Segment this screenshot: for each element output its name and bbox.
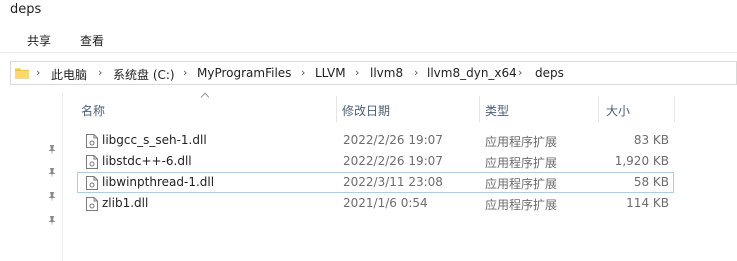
window-title: deps — [10, 2, 42, 17]
address-bar[interactable]: › 此电脑 › 系统盘 (C:) › MyProgramFiles › LLVM… — [10, 61, 737, 85]
file-row[interactable]: libstdc++-6.dll 2022/2/26 19:07 应用程序扩展 1… — [77, 151, 674, 172]
dll-file-icon — [86, 197, 98, 211]
breadcrumb-separator[interactable]: › — [301, 66, 305, 79]
dll-file-icon — [86, 155, 98, 169]
file-type: 应用程序扩展 — [485, 135, 558, 149]
file-name: libstdc++-6.dll — [102, 154, 192, 168]
column-header-type[interactable]: 类型 — [485, 102, 509, 119]
file-name: libwinpthread-1.dll — [102, 175, 215, 189]
file-size: 114 KB — [626, 196, 669, 210]
breadcrumb-separator[interactable]: › — [518, 66, 522, 79]
breadcrumb-system-drive[interactable]: 系统盘 (C:) — [113, 66, 175, 83]
breadcrumb-llvm8-dyn-x64[interactable]: llvm8_dyn_x64 — [427, 66, 517, 80]
breadcrumb-deps[interactable]: deps — [535, 66, 564, 80]
file-name: libgcc_s_seh-1.dll — [102, 133, 207, 147]
column-divider[interactable] — [336, 96, 337, 122]
column-header-date[interactable]: 修改日期 — [342, 102, 390, 119]
breadcrumb-llvm[interactable]: LLVM — [315, 66, 346, 80]
pin-icon[interactable] — [46, 144, 58, 156]
breadcrumb-this-pc[interactable]: 此电脑 — [51, 66, 87, 83]
pin-icon[interactable] — [46, 215, 58, 227]
pin-icon[interactable] — [46, 191, 58, 203]
file-size: 83 KB — [633, 133, 669, 147]
tab-view[interactable]: 查看 — [80, 32, 104, 49]
file-name: zlib1.dll — [102, 196, 149, 210]
breadcrumb-llvm8[interactable]: llvm8 — [370, 66, 403, 80]
file-size: 1,920 KB — [614, 154, 669, 168]
file-row[interactable]: libwinpthread-1.dll 2022/3/11 23:08 应用程序… — [77, 172, 674, 193]
column-divider[interactable] — [479, 96, 480, 122]
file-size: 58 KB — [633, 175, 669, 189]
dll-file-icon — [86, 134, 98, 148]
breadcrumb-separator[interactable]: › — [414, 66, 418, 79]
sort-up-icon — [200, 92, 210, 98]
column-divider[interactable] — [598, 96, 599, 122]
navigation-pane[interactable] — [0, 93, 63, 261]
breadcrumb-separator[interactable]: › — [183, 66, 187, 79]
file-date: 2022/2/26 19:07 — [343, 154, 443, 168]
file-date: 2022/2/26 19:07 — [343, 133, 443, 147]
file-type: 应用程序扩展 — [485, 177, 558, 191]
breadcrumb-separator[interactable]: › — [98, 66, 102, 79]
file-row[interactable]: zlib1.dll 2021/1/6 0:54 应用程序扩展 114 KB — [77, 193, 674, 214]
folder-icon — [15, 68, 29, 79]
breadcrumb-myprogramfiles[interactable]: MyProgramFiles — [197, 66, 291, 80]
column-header-name[interactable]: 名称 — [81, 102, 105, 119]
dll-file-icon — [86, 176, 98, 190]
breadcrumb-separator[interactable]: › — [355, 66, 359, 79]
file-type: 应用程序扩展 — [485, 198, 558, 212]
breadcrumb-separator[interactable]: › — [36, 66, 40, 79]
file-type: 应用程序扩展 — [485, 156, 558, 170]
file-date: 2022/3/11 23:08 — [343, 175, 443, 189]
file-date: 2021/1/6 0:54 — [343, 196, 428, 210]
tab-share[interactable]: 共享 — [27, 32, 51, 49]
column-divider[interactable] — [674, 96, 675, 122]
file-row[interactable]: libgcc_s_seh-1.dll 2022/2/26 19:07 应用程序扩… — [77, 130, 674, 151]
column-header-size[interactable]: 大小 — [606, 102, 630, 119]
ribbon: 共享 查看 — [0, 26, 737, 53]
pin-icon[interactable] — [46, 167, 58, 179]
